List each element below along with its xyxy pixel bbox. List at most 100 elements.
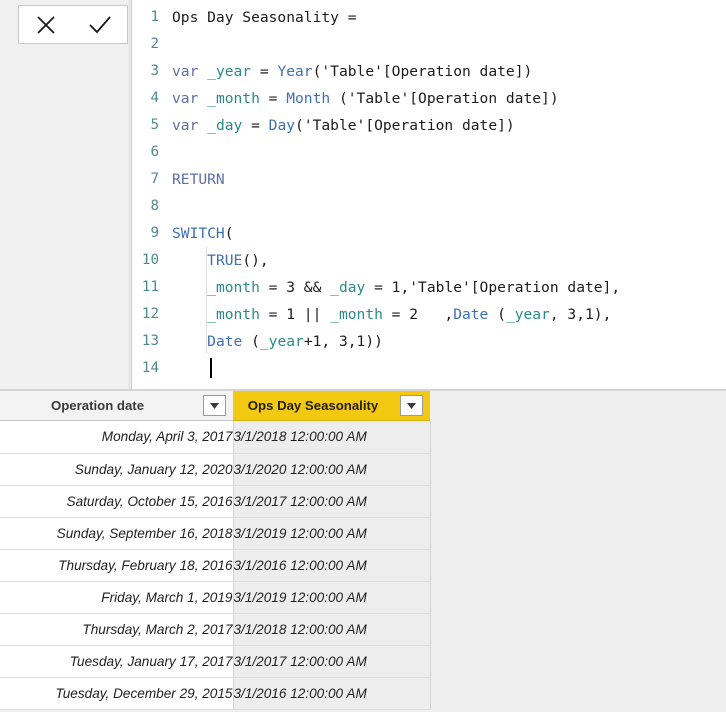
cell-ops-day-seasonality[interactable]: 3/1/2018 12:00:00 AM <box>233 421 431 454</box>
code-token-fn: Year <box>277 63 313 80</box>
code-token-plain: ('Table'[Operation date]) <box>330 90 559 107</box>
code-line[interactable]: 3 var _year = Year('Table'[Operation date… <box>132 58 726 85</box>
cell-ops-day-seasonality[interactable]: 3/1/2016 12:00:00 AM <box>233 549 431 582</box>
code-line[interactable]: 7 RETURN <box>132 166 726 193</box>
table-header: Operation date Ops Day Seasonality <box>0 391 430 421</box>
line-number: 10 <box>141 252 159 268</box>
code-token-varname: _day <box>330 279 366 296</box>
code-line[interactable]: 5 var _day = Day('Table'[Operation date]) <box>132 112 726 139</box>
cell-ops-day-seasonality[interactable]: 3/1/2019 12:00:00 AM <box>233 517 431 550</box>
accept-button[interactable] <box>77 6 123 43</box>
cell-operation-date[interactable]: Friday, March 1, 2019 <box>0 581 234 614</box>
code-line[interactable]: 12 _month = 1 || _month = 2 ,Date (_year… <box>132 301 726 328</box>
code-token-plain: ( <box>488 306 506 323</box>
code-token-kw: var <box>172 117 199 134</box>
cell-operation-date[interactable]: Sunday, January 12, 2020 <box>0 453 234 486</box>
code-token-plain: = <box>251 63 278 80</box>
column-filter-operation-date[interactable] <box>195 391 233 421</box>
column-header-label: Operation date <box>50 398 145 413</box>
code-token-fn: Day <box>268 117 296 134</box>
line-number: 13 <box>141 333 159 349</box>
cell-operation-date[interactable]: Thursday, February 18, 2016 <box>0 549 234 582</box>
cell-operation-date[interactable]: Sunday, September 16, 2018 <box>0 517 234 550</box>
cell-ops-day-seasonality[interactable]: 3/1/2020 12:00:00 AM <box>233 453 431 486</box>
cell-operation-date[interactable]: Thursday, March 2, 2017 <box>0 613 234 646</box>
code-line[interactable]: 1 Ops Day Seasonality = <box>132 4 726 31</box>
table-row[interactable]: Monday, April 3, 2017 3/1/2018 12:00:00 A… <box>0 421 431 454</box>
code-token-plain: = 2 , <box>382 306 454 323</box>
cell-ops-day-seasonality[interactable]: 3/1/2016 12:00:00 AM <box>233 677 431 710</box>
line-number: 1 <box>150 9 159 25</box>
line-number: 14 <box>141 360 159 376</box>
table-row[interactable]: Thursday, February 18, 2016 3/1/2016 12:0… <box>0 549 431 582</box>
code-token-fn: Month <box>286 90 331 107</box>
line-number: 2 <box>150 36 159 52</box>
code-token-plain: = 3 && <box>259 279 331 296</box>
code-line[interactable]: 4 var _month = Month ('Table'[Operation d… <box>132 85 726 112</box>
cell-ops-day-seasonality[interactable]: 3/1/2017 12:00:00 AM <box>233 645 431 678</box>
code-token-varname: _year <box>207 63 252 80</box>
table-row[interactable]: Sunday, January 12, 2020 3/1/2020 12:00:0… <box>0 453 431 486</box>
code-token-plain: Ops Day Seasonality = <box>172 9 357 26</box>
code-line-text: Ops Day Seasonality = <box>166 4 357 31</box>
chevron-down-icon[interactable] <box>202 395 226 416</box>
table-row[interactable]: Sunday, September 16, 2018 3/1/2019 12:00… <box>0 517 431 550</box>
commit-panel <box>0 0 130 389</box>
code-lines-container: 1 Ops Day Seasonality = 2 3 var _year = Year… <box>132 0 726 382</box>
column-filter-ops-day-seasonality[interactable] <box>393 391 430 421</box>
table-row[interactable]: Tuesday, January 17, 2017 3/1/2017 12:00:… <box>0 645 431 678</box>
code-token-varname: _year <box>505 306 550 323</box>
code-token-plain: = <box>242 117 269 134</box>
code-token-kw: var <box>172 63 199 80</box>
column-header-operation-date[interactable]: Operation date <box>0 391 195 421</box>
column-header-ops-day-seasonality[interactable]: Ops Day Seasonality <box>233 391 393 421</box>
table-row[interactable]: Thursday, March 2, 2017 3/1/2018 12:00:00… <box>0 613 431 646</box>
code-token-kw: RETURN <box>172 171 225 188</box>
code-token-plain: +1, 3,1)) <box>303 333 383 350</box>
code-line[interactable]: 2 <box>132 31 726 58</box>
dax-code-editor[interactable]: 1 Ops Day Seasonality = 2 3 var _year = Year… <box>131 0 726 389</box>
code-token-plain: ('Table'[Operation date]) <box>295 117 515 134</box>
column-header-label: Ops Day Seasonality <box>247 398 379 413</box>
chevron-down-icon[interactable] <box>400 395 423 416</box>
code-line[interactable]: 11 _month = 3 && _day = 1,'Table'[Operat… <box>132 274 726 301</box>
cell-ops-day-seasonality[interactable]: 3/1/2017 12:00:00 AM <box>233 485 431 518</box>
cell-operation-date[interactable]: Tuesday, December 29, 2015 <box>0 677 234 710</box>
table-row[interactable]: Tuesday, December 29, 2015 3/1/2016 12:00… <box>0 677 431 710</box>
code-line[interactable]: 6 <box>132 139 726 166</box>
code-line[interactable]: 10 TRUE(), <box>132 247 726 274</box>
cell-operation-date[interactable]: Tuesday, January 17, 2017 <box>0 645 234 678</box>
code-token-fn: SWITCH <box>172 225 225 242</box>
cell-operation-date[interactable]: Monday, April 3, 2017 <box>0 421 234 454</box>
line-number: 11 <box>141 279 159 295</box>
code-token-plain: (), <box>242 252 269 269</box>
line-number: 6 <box>150 144 159 160</box>
cell-ops-day-seasonality[interactable]: 3/1/2019 12:00:00 AM <box>233 581 431 614</box>
code-line-text: TRUE(), <box>166 247 269 274</box>
code-token-varname: _day <box>207 117 243 134</box>
code-line[interactable]: 9 SWITCH( <box>132 220 726 247</box>
cell-operation-date[interactable]: Saturday, October 15, 2016 <box>0 485 234 518</box>
table-row[interactable]: Saturday, October 15, 2016 3/1/2017 12:00… <box>0 485 431 518</box>
table-row[interactable]: Friday, March 1, 2019 3/1/2019 12:00:00 A… <box>0 581 431 614</box>
code-token-plain: = 1 || <box>259 306 331 323</box>
cell-ops-day-seasonality[interactable]: 3/1/2018 12:00:00 AM <box>233 613 431 646</box>
line-number: 4 <box>150 90 159 106</box>
code-line[interactable]: 8 <box>132 193 726 220</box>
code-token-plain: ( <box>224 225 234 242</box>
code-line[interactable]: 14 <box>132 355 726 382</box>
data-preview-area: Operation date Ops Day Seasonality Monda… <box>0 391 726 712</box>
code-line-text: var _month = Month ('Table'[Operation da… <box>166 85 559 112</box>
cancel-button[interactable] <box>23 6 69 43</box>
code-token-fn: TRUE <box>207 252 243 269</box>
code-line[interactable]: 13 Date (_year+1, 3,1)) <box>132 328 726 355</box>
code-line-text: _month = 3 && _day = 1,'Table'[Operation… <box>166 274 620 301</box>
code-token-varname: _year <box>259 333 304 350</box>
code-token-plain: ('Table'[Operation date]) <box>312 63 533 80</box>
line-number: 7 <box>150 171 159 187</box>
